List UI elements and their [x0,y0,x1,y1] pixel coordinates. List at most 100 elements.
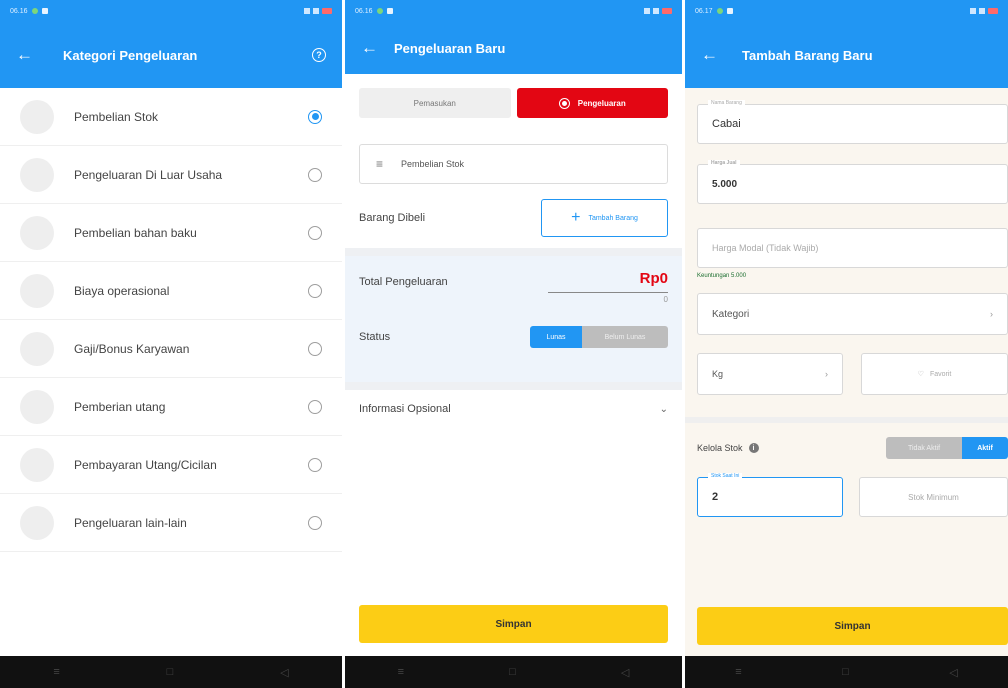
back-icon[interactable]: ◁ [621,666,629,679]
back-arrow-icon[interactable]: ← [16,45,33,65]
kelola-stok-label: Kelola Stok [697,443,743,453]
save-button[interactable]: Simpan [359,605,668,643]
category-item-pemberian-utang[interactable]: Pemberian utang [0,378,342,436]
keuntungan-hint: Keuntungan 5.000 [697,273,747,279]
status-time: 06.17 [695,7,713,15]
wifi-icon [644,8,650,14]
harga-jual-field[interactable]: Harga Jual 5.000 [697,160,1008,204]
screen-pengeluaran-baru: 06.16 ← Pengeluaran Baru Pemasukan Penge… [345,0,682,688]
home-icon[interactable]: □ [842,666,849,678]
signal-icon [979,8,985,14]
stok-saat-ini-value: 2 [712,491,719,503]
category-item-biaya-operasional[interactable]: Biaya operasional [0,262,342,320]
status-bar: 06.16 [0,0,342,22]
system-nav-bar: ≡ □ ◁ [345,656,682,688]
add-barang-button[interactable]: + Tambah Barang [541,199,668,237]
status-lunas-button[interactable]: Lunas [530,326,582,348]
radio-icon[interactable] [308,457,322,472]
home-icon[interactable]: □ [167,666,174,678]
status-time: 06.16 [10,7,28,15]
stok-row: Stok Saat Ini 2 Stok Minimum [697,473,1008,517]
kelola-stok-toggle: Tidak Aktif Aktif [886,437,1008,459]
radio-selected-icon[interactable] [308,109,322,124]
total-input[interactable]: 0 [359,295,668,304]
harga-jual-value: 5.000 [712,178,738,190]
info-icon[interactable]: i [748,443,759,453]
radio-selected-icon [558,97,570,109]
menu-icon[interactable]: ≡ [398,666,404,678]
toggle-pemasukan[interactable]: Pemasukan [359,88,511,118]
kategori-select[interactable]: Kategori › [697,293,1008,335]
notification-icon [716,8,723,14]
category-avatar [20,273,54,308]
back-icon[interactable]: ◁ [280,666,288,679]
category-label: Pembelian bahan baku [74,225,197,240]
radio-icon[interactable] [308,225,322,240]
kelola-stok-row: Kelola Stok i Tidak Aktif Aktif [685,417,1008,473]
total-input-line[interactable] [548,292,668,293]
plus-icon: + [571,209,581,226]
radio-icon[interactable] [308,341,322,356]
chevron-down-icon: ⌄ [659,403,668,415]
unit-row: Kg › ♡ Favorit [697,353,1008,395]
status-belum-lunas-button[interactable]: Belum Lunas [582,326,668,348]
menu-icon[interactable]: ≡ [735,666,741,678]
category-avatar [20,447,54,482]
category-label: Pemberian utang [74,399,166,414]
app-icon [386,8,393,14]
toggle-pengeluaran-label: Pengeluaran [577,98,626,108]
nama-barang-value: Cabai [712,118,741,130]
wifi-icon [970,8,976,14]
category-label: Pembayaran Utang/Cicilan [74,457,217,472]
total-section: Total Pengeluaran Rp0 0 Status Lunas Bel… [345,256,682,382]
harga-modal-field[interactable]: Harga Modal (Tidak Wajib) [697,228,1008,268]
barang-label: Barang Dibeli [359,212,426,224]
category-avatar [20,157,54,192]
app-bar: ← Kategori Pengeluaran ? [0,22,342,88]
toggle-pengeluaran[interactable]: Pengeluaran [516,88,668,118]
back-arrow-icon[interactable]: ← [361,38,378,58]
help-icon[interactable]: ? [312,48,326,62]
category-item-gaji-bonus[interactable]: Gaji/Bonus Karyawan [0,320,342,378]
category-item-luar-usaha[interactable]: Pengeluaran Di Luar Usaha [0,146,342,204]
optional-info-row[interactable]: Informasi Opsional ⌄ [345,382,682,428]
category-avatar [20,505,54,540]
app-icon [41,8,48,14]
page-title: Kategori Pengeluaran [63,47,198,63]
app-bar: ← Tambah Barang Baru [685,22,1008,88]
category-select[interactable]: ≡ Pembelian Stok [359,144,668,184]
status-bar: 06.16 [345,0,682,22]
app-icon [726,8,733,14]
radio-icon[interactable] [308,399,322,414]
save-button[interactable]: Simpan [697,607,1008,645]
tidak-aktif-button[interactable]: Tidak Aktif [886,437,962,459]
system-nav-bar: ≡ □ ◁ [685,656,1008,688]
category-label: Pembelian Stok [74,109,159,124]
stok-saat-ini-field[interactable]: Stok Saat Ini 2 [697,473,843,517]
radio-icon[interactable] [308,283,322,298]
battery-icon [662,8,672,14]
category-list: Pembelian Stok Pengeluaran Di Luar Usaha… [0,88,342,552]
status-time: 06.16 [355,7,373,15]
category-label: Gaji/Bonus Karyawan [74,341,190,356]
transaction-type-toggle: Pemasukan Pengeluaran [345,74,682,118]
add-barang-label: Tambah Barang [588,214,638,222]
category-item-pembayaran-utang[interactable]: Pembayaran Utang/Cicilan [0,436,342,494]
aktif-button[interactable]: Aktif [962,437,1008,459]
menu-icon[interactable]: ≡ [53,666,59,678]
radio-icon[interactable] [308,515,322,530]
stok-minimum-field[interactable]: Stok Minimum [859,477,1008,517]
unit-select[interactable]: Kg › [697,353,843,395]
category-item-lain-lain[interactable]: Pengeluaran lain-lain [0,494,342,552]
favorit-button[interactable]: ♡ Favorit [861,353,1008,395]
back-icon[interactable]: ◁ [949,666,957,679]
home-icon[interactable]: □ [509,666,516,678]
back-arrow-icon[interactable]: ← [701,45,718,65]
nama-barang-field[interactable]: Nama Barang Cabai [697,100,1008,144]
radio-icon[interactable] [308,167,322,182]
app-bar: ← Pengeluaran Baru [345,22,682,74]
category-item-pembelian-stok[interactable]: Pembelian Stok [0,88,342,146]
category-item-bahan-baku[interactable]: Pembelian bahan baku [0,204,342,262]
category-select-value: Pembelian Stok [401,159,465,169]
chevron-right-icon: › [825,369,828,379]
